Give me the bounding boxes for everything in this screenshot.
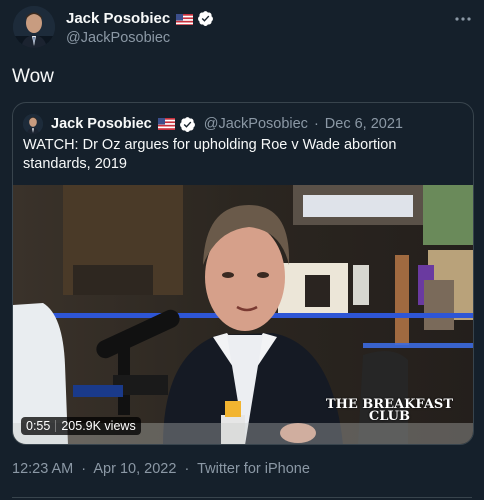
us-flag-icon (157, 118, 175, 130)
author-name-row: Jack Posobiec (66, 10, 214, 27)
video-stats-badge: 0:55 205.9K views (21, 417, 141, 435)
tweet-date[interactable]: Apr 10, 2022 (93, 461, 176, 477)
more-horizontal-icon[interactable] (454, 10, 472, 32)
quoted-author-avatar[interactable] (23, 114, 43, 134)
tweet: Jack Posobiec @JackPosobiec Wow Jack Pos… (0, 0, 484, 500)
quoted-author-name[interactable]: Jack Posobiec (51, 116, 152, 132)
us-flag-icon (176, 13, 194, 25)
verified-badge-icon (179, 116, 196, 133)
quoted-tweet-text: WATCH: Dr Oz argues for upholding Roe v … (23, 137, 397, 172)
video-views: 205.9K views (61, 419, 136, 433)
tweet-time[interactable]: 12:23 AM (12, 461, 73, 477)
author-avatar[interactable] (13, 6, 55, 48)
tweet-text: Wow (12, 66, 54, 87)
logo-line-2: CLUB (368, 409, 410, 424)
verified-badge-icon (197, 10, 214, 27)
video-player[interactable]: THE BREAKFAST CLUB 0:55 205.9K views (13, 185, 473, 444)
footer-separator-2: · (184, 461, 190, 477)
date-separator: · (313, 116, 319, 132)
quoted-tweet-header: Jack Posobiec @JackPosobiec · Dec 6, 202… (23, 114, 403, 134)
quoted-author-handle[interactable]: @JackPosobiec (204, 116, 308, 132)
quoted-date[interactable]: Dec 6, 2021 (325, 116, 403, 132)
quoted-tweet[interactable]: Jack Posobiec @JackPosobiec · Dec 6, 202… (12, 102, 474, 445)
author-name[interactable]: Jack Posobiec (66, 10, 170, 27)
author-handle[interactable]: @JackPosobiec (66, 30, 170, 46)
bottom-divider (12, 497, 472, 498)
footer-separator: · (81, 461, 87, 477)
tweet-source[interactable]: Twitter for iPhone (197, 461, 310, 477)
breakfast-club-logo: THE BREAKFAST CLUB (326, 398, 453, 424)
tweet-footer: 12:23 AM · Apr 10, 2022 · Twitter for iP… (12, 461, 314, 477)
video-duration: 0:55 (26, 419, 51, 433)
